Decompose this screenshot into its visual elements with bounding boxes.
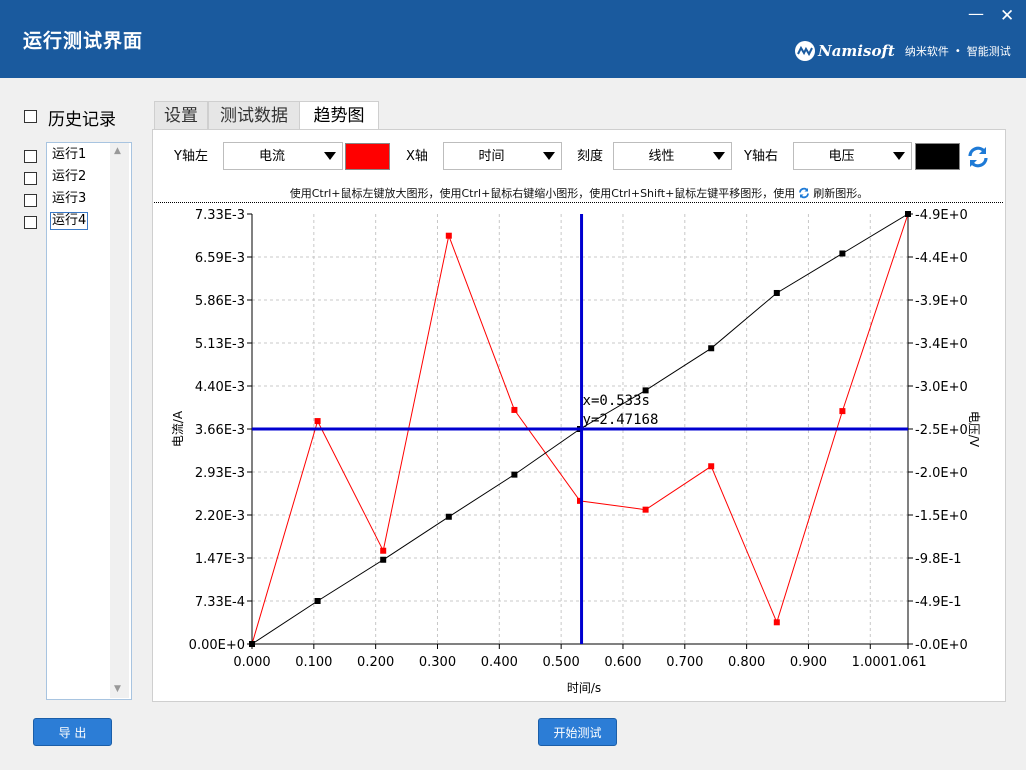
hint-divider xyxy=(154,202,1003,203)
minimize-button[interactable]: — xyxy=(968,6,984,22)
hint-text-after: 刷新图形。 xyxy=(813,187,869,200)
run-1-checkbox[interactable] xyxy=(24,150,37,163)
chevron-down-icon xyxy=(324,152,336,160)
history-label: 历史记录 xyxy=(48,110,116,130)
tab-trend-chart[interactable]: 趋势图 xyxy=(299,101,379,131)
hint-text-before: 使用Ctrl+鼠标左键放大图形，使用Ctrl+鼠标右键缩小图形，使用Ctrl+S… xyxy=(289,187,796,200)
start-test-button[interactable]: 开始测试 xyxy=(538,718,617,746)
brand: Namisoft 纳米软件 • 智能测试 xyxy=(795,40,1011,62)
brand-subtitle-1: 纳米软件 xyxy=(904,45,949,58)
refresh-icon[interactable] xyxy=(966,145,990,169)
brand-name: Namisoft xyxy=(818,42,895,60)
history-checkbox[interactable] xyxy=(24,110,37,123)
run-3-checkbox[interactable] xyxy=(24,194,37,207)
chevron-down-icon xyxy=(543,152,555,160)
tab-test-data[interactable]: 测试数据 xyxy=(208,101,300,130)
scroll-up-icon[interactable]: ▲ xyxy=(114,146,121,156)
close-button[interactable]: ✕ xyxy=(1000,8,1014,25)
scale-label: 刻度 xyxy=(577,149,604,164)
y-right-select[interactable]: 电压 xyxy=(793,142,912,170)
y-left-label: Y轴左 xyxy=(174,149,208,164)
run-4-checkbox[interactable] xyxy=(24,216,37,229)
y-right-label: Y轴右 xyxy=(744,149,778,164)
scale-select[interactable]: 线性 xyxy=(613,142,732,170)
list-item-run-1[interactable]: 运行1 xyxy=(51,147,87,163)
x-axis-select[interactable]: 时间 xyxy=(443,142,562,170)
history-scrollbar[interactable] xyxy=(110,143,129,698)
list-item-run-2[interactable]: 运行2 xyxy=(51,169,87,185)
y-left-value: 电流 xyxy=(258,149,285,164)
y-right-value: 电压 xyxy=(828,149,855,164)
namisoft-logo-icon xyxy=(795,41,815,61)
y-left-select[interactable]: 电流 xyxy=(223,142,343,170)
run-2-checkbox[interactable] xyxy=(24,172,37,185)
chevron-down-icon xyxy=(713,152,725,160)
x-axis-label: X轴 xyxy=(406,149,428,164)
y-right-color-swatch[interactable] xyxy=(915,143,960,170)
scale-value: 线性 xyxy=(648,149,675,164)
brand-subtitle-2: 智能测试 xyxy=(966,45,1011,58)
y-left-color-swatch[interactable] xyxy=(345,143,390,170)
usage-hint: 使用Ctrl+鼠标左键放大图形，使用Ctrl+鼠标右键缩小图形，使用Ctrl+S… xyxy=(154,185,1004,202)
list-item-run-3[interactable]: 运行3 xyxy=(51,191,87,207)
refresh-icon xyxy=(798,187,810,202)
window-title: 运行测试界面 xyxy=(23,30,144,52)
scroll-down-icon[interactable]: ▼ xyxy=(114,684,121,694)
x-axis-value: 时间 xyxy=(478,149,505,164)
brand-separator: • xyxy=(954,45,961,57)
tab-settings[interactable]: 设置 xyxy=(154,101,208,130)
list-item-run-4[interactable]: 运行4 xyxy=(49,212,89,230)
trend-panel xyxy=(152,129,1006,702)
chevron-down-icon xyxy=(893,152,905,160)
title-bar xyxy=(0,0,1026,78)
export-button[interactable]: 导 出 xyxy=(33,718,112,746)
